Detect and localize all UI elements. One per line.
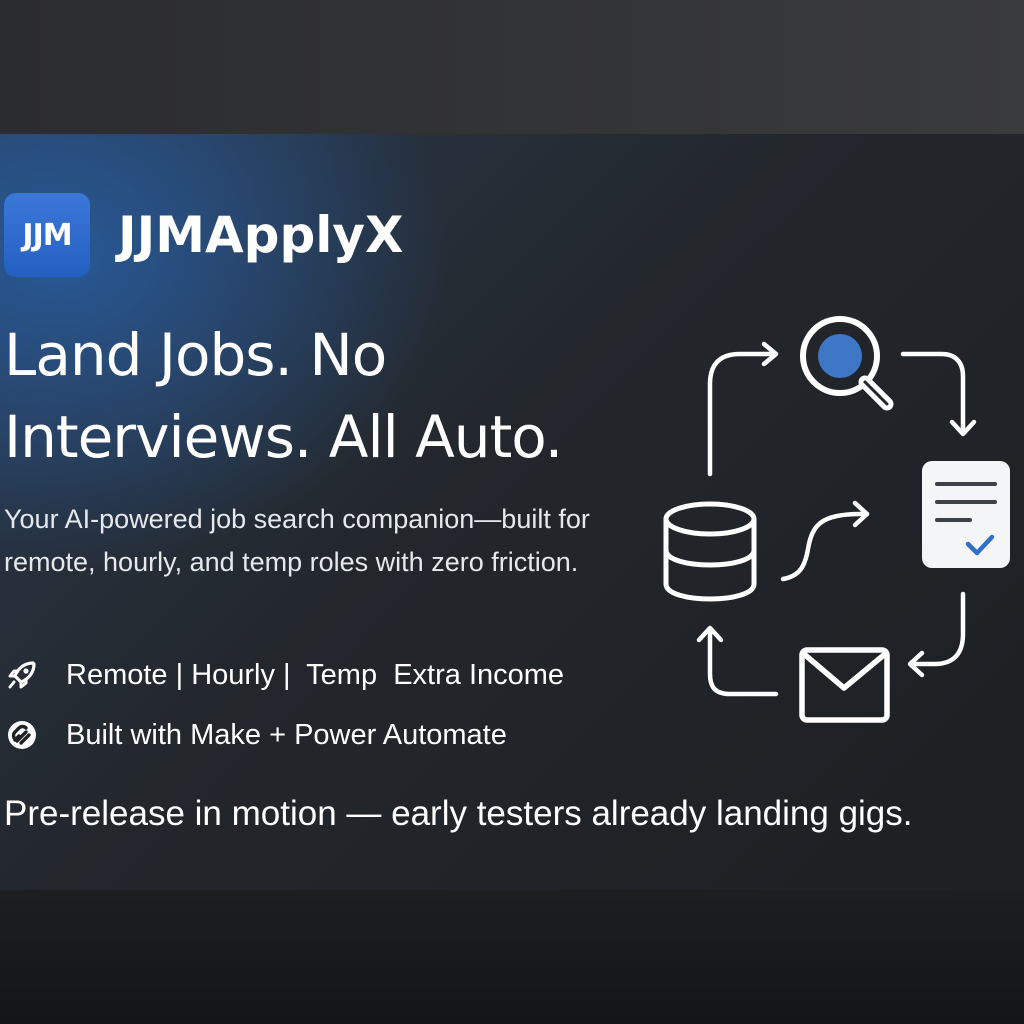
headline: Land Jobs. No Interviews. All Auto. bbox=[4, 321, 563, 471]
brand-row: JJM JJMApplyX bbox=[4, 193, 404, 277]
top-band bbox=[0, 0, 1024, 134]
mail-icon bbox=[799, 647, 890, 723]
link-icon bbox=[4, 717, 40, 753]
brand-name: JJMApplyX bbox=[118, 206, 404, 264]
document-check-icon bbox=[922, 461, 1010, 568]
brand-logo: JJM bbox=[4, 193, 90, 277]
feature-item-roles: Remote | Hourly | Temp Extra Income bbox=[4, 657, 564, 693]
promo-banner: JJM JJMApplyX Land Jobs. No Interviews. … bbox=[0, 134, 1024, 890]
subtitle: Your AI-powered job search companion—bui… bbox=[4, 504, 590, 577]
tagline: Pre-release in motion — early testers al… bbox=[4, 794, 913, 833]
feature-text: Built with Make + Power Automate bbox=[66, 718, 507, 751]
workflow-diagram bbox=[663, 316, 1010, 723]
bottom-band bbox=[0, 890, 1024, 1024]
search-icon bbox=[800, 316, 894, 411]
feature-item-tools: Built with Make + Power Automate bbox=[4, 717, 507, 753]
database-icon bbox=[663, 501, 757, 602]
rocket-icon bbox=[4, 657, 40, 693]
brand-logo-text: JJM bbox=[22, 217, 72, 253]
feature-text: Remote | Hourly | Temp Extra Income bbox=[66, 658, 565, 691]
